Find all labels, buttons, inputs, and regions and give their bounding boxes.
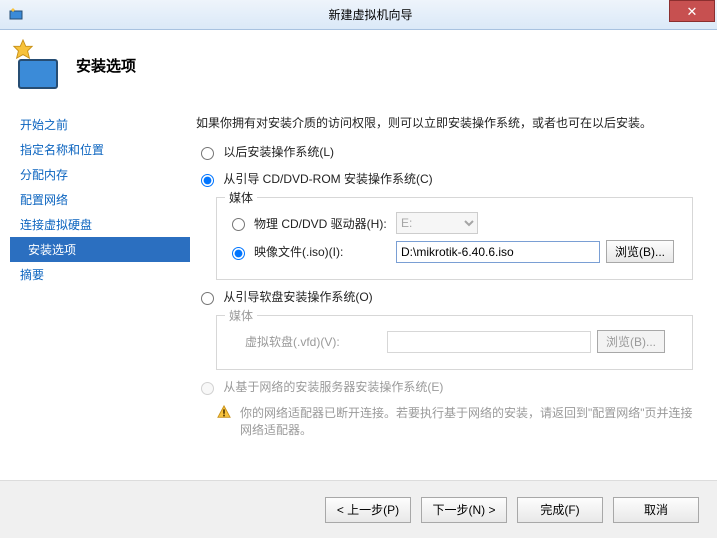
wizard-header: 安装选项 — [0, 30, 717, 100]
legend-media-cd: 媒体 — [225, 189, 257, 206]
label-install-network: 从基于网络的安装服务器安装操作系统(E) — [223, 380, 443, 394]
wizard-steps-sidebar: 开始之前 指定名称和位置 分配内存 配置网络 连接虚拟硬盘 安装选项 摘要 — [0, 100, 190, 480]
browse-iso-button[interactable]: 浏览(B)... — [606, 240, 674, 263]
option-install-floppy[interactable]: 从引导软盘安装操作系统(O) — [196, 288, 693, 305]
intro-text: 如果你拥有对安装介质的访问权限，则可以立即安装操作系统，或者也可在以后安装。 — [196, 114, 693, 131]
select-physical-drive[interactable]: E: — [396, 212, 478, 234]
option-install-cd[interactable]: 从引导 CD/DVD-ROM 安装操作系统(C) — [196, 170, 693, 187]
input-vfd-path — [387, 331, 591, 353]
wizard-body: 开始之前 指定名称和位置 分配内存 配置网络 连接虚拟硬盘 安装选项 摘要 如果… — [0, 100, 717, 480]
network-warning: 你的网络适配器已断开连接。若要执行基于网络的安装，请返回到"配置网络"页并连接网… — [216, 405, 693, 439]
label-install-floppy: 从引导软盘安装操作系统(O) — [223, 290, 372, 304]
label-physical-drive: 物理 CD/DVD 驱动器(H): — [254, 215, 390, 232]
browse-vfd-button: 浏览(B)... — [597, 330, 665, 353]
legend-media-floppy: 媒体 — [225, 307, 257, 324]
next-button[interactable]: 下一步(N) > — [421, 497, 507, 523]
app-icon — [8, 7, 24, 23]
input-iso-path[interactable] — [396, 241, 600, 263]
label-vfd: 虚拟软盘(.vfd)(V): — [245, 333, 381, 350]
radio-physical-drive[interactable] — [232, 218, 245, 231]
cancel-button[interactable]: 取消 — [613, 497, 699, 523]
radio-install-floppy[interactable] — [201, 292, 214, 305]
wizard-icon — [14, 41, 62, 89]
radio-install-cd[interactable] — [201, 174, 214, 187]
prev-button[interactable]: < 上一步(P) — [325, 497, 411, 523]
warning-icon — [216, 405, 232, 419]
window-title: 新建虚拟机向导 — [24, 6, 717, 23]
wizard-footer: < 上一步(P) 下一步(N) > 完成(F) 取消 — [0, 480, 717, 538]
radio-iso-file[interactable] — [232, 247, 245, 260]
step-summary[interactable]: 摘要 — [14, 262, 190, 287]
group-media-floppy: 媒体 虚拟软盘(.vfd)(V): 浏览(B)... — [216, 315, 693, 370]
page-title: 安装选项 — [76, 55, 136, 76]
label-install-later: 以后安装操作系统(L) — [223, 145, 334, 159]
close-button[interactable]: ✕ — [669, 0, 715, 22]
group-media-cd: 媒体 物理 CD/DVD 驱动器(H): E: 映像文件(.iso)(I): 浏… — [216, 197, 693, 280]
step-start[interactable]: 开始之前 — [14, 112, 190, 137]
option-install-later[interactable]: 以后安装操作系统(L) — [196, 143, 693, 160]
network-warning-text: 你的网络适配器已断开连接。若要执行基于网络的安装，请返回到"配置网络"页并连接网… — [240, 405, 693, 439]
step-network[interactable]: 配置网络 — [14, 187, 190, 212]
step-disk[interactable]: 连接虚拟硬盘 — [14, 212, 190, 237]
step-install[interactable]: 安装选项 — [10, 237, 190, 262]
radio-install-later[interactable] — [201, 147, 214, 160]
label-install-cd: 从引导 CD/DVD-ROM 安装操作系统(C) — [223, 172, 432, 186]
step-memory[interactable]: 分配内存 — [14, 162, 190, 187]
label-iso-file: 映像文件(.iso)(I): — [254, 243, 390, 260]
option-install-network: 从基于网络的安装服务器安装操作系统(E) — [196, 378, 693, 395]
radio-install-network — [201, 382, 214, 395]
wizard-content: 如果你拥有对安装介质的访问权限，则可以立即安装操作系统，或者也可在以后安装。 以… — [190, 100, 717, 480]
step-name[interactable]: 指定名称和位置 — [14, 137, 190, 162]
title-bar: 新建虚拟机向导 ✕ — [0, 0, 717, 30]
finish-button[interactable]: 完成(F) — [517, 497, 603, 523]
